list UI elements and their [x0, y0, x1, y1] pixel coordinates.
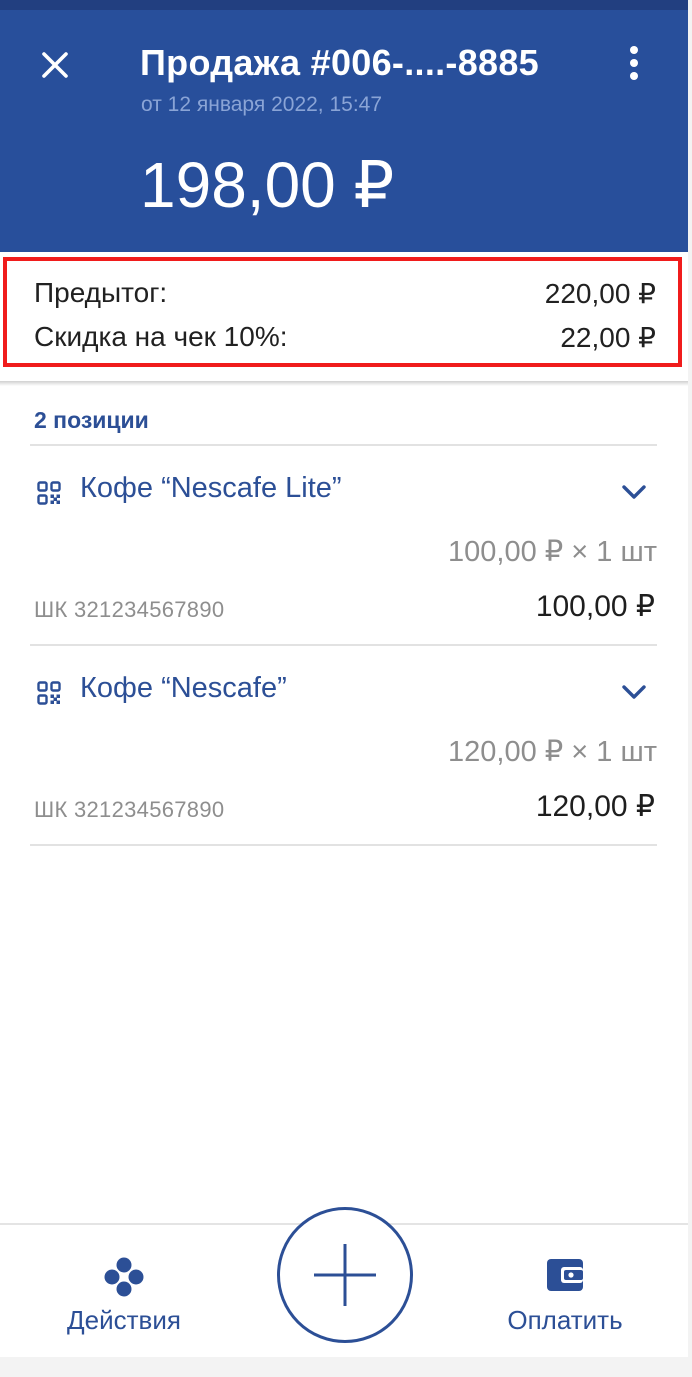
item-barcode: ШК 321234567890	[34, 597, 225, 622]
page-title: Продажа #006-....-8885	[140, 42, 539, 83]
app-header: Продажа #006-....-8885 от 12 января 2022…	[0, 0, 688, 252]
pay-label: Оплатить	[507, 1305, 623, 1335]
add-item-button[interactable]	[277, 1207, 413, 1343]
list-item[interactable]: Кофе “Nescafe” 120,00 ₽ × 1 шт ШК 321234…	[0, 646, 688, 844]
sale-date: от 12 января 2022, 15:47	[141, 93, 383, 116]
plus-icon	[314, 1244, 376, 1306]
item-price-quantity: 100,00 ₽ × 1 шт	[448, 536, 657, 568]
status-bar	[0, 0, 688, 10]
total-amount: 198,00 ₽	[140, 149, 395, 221]
close-icon	[42, 52, 68, 78]
qr-code-icon	[37, 681, 61, 705]
item-sum: 120,00 ₽	[535, 790, 655, 823]
item-name: Кофе “Nescafe Lite”	[80, 472, 342, 504]
summary-divider	[0, 381, 688, 386]
actions-button[interactable]: Действия	[24, 1225, 224, 1357]
item-price-quantity: 120,00 ₽ × 1 шт	[448, 736, 657, 768]
subtotal-value: 220,00 ₽	[544, 277, 656, 309]
close-button[interactable]	[30, 40, 80, 90]
pay-button[interactable]: Оплатить	[465, 1225, 665, 1357]
wallet-icon	[547, 1259, 583, 1291]
expand-item-button[interactable]	[617, 678, 651, 706]
positions-count: 2 позиции	[34, 407, 149, 433]
subtotal-label: Предытог:	[34, 277, 168, 308]
divider	[30, 844, 657, 846]
actions-dots-icon	[104, 1257, 144, 1297]
receipt-summary: Предытог: 220,00 ₽ Скидка на чек 10%: 22…	[3, 257, 682, 367]
discount-value: 22,00 ₽	[560, 321, 656, 353]
chevron-down-icon	[622, 485, 646, 499]
qr-code-icon	[37, 481, 61, 505]
list-item[interactable]: Кофе “Nescafe Lite” 100,00 ₽ × 1 шт ШК 3…	[0, 446, 688, 644]
item-name: Кофе “Nescafe”	[80, 672, 287, 704]
actions-label: Действия	[67, 1305, 181, 1335]
chevron-down-icon	[622, 685, 646, 699]
more-vertical-icon	[630, 46, 638, 80]
discount-row: Скидка на чек 10%: 22,00 ₽	[34, 317, 656, 357]
subtotal-row: Предытог: 220,00 ₽	[34, 273, 656, 313]
more-menu-button[interactable]	[614, 38, 654, 88]
sale-receipt-screen: Продажа #006-....-8885 от 12 января 2022…	[0, 0, 688, 1357]
item-barcode: ШК 321234567890	[34, 797, 225, 822]
discount-label: Скидка на чек 10%:	[34, 321, 288, 352]
expand-item-button[interactable]	[617, 478, 651, 506]
item-sum: 100,00 ₽	[535, 590, 655, 623]
